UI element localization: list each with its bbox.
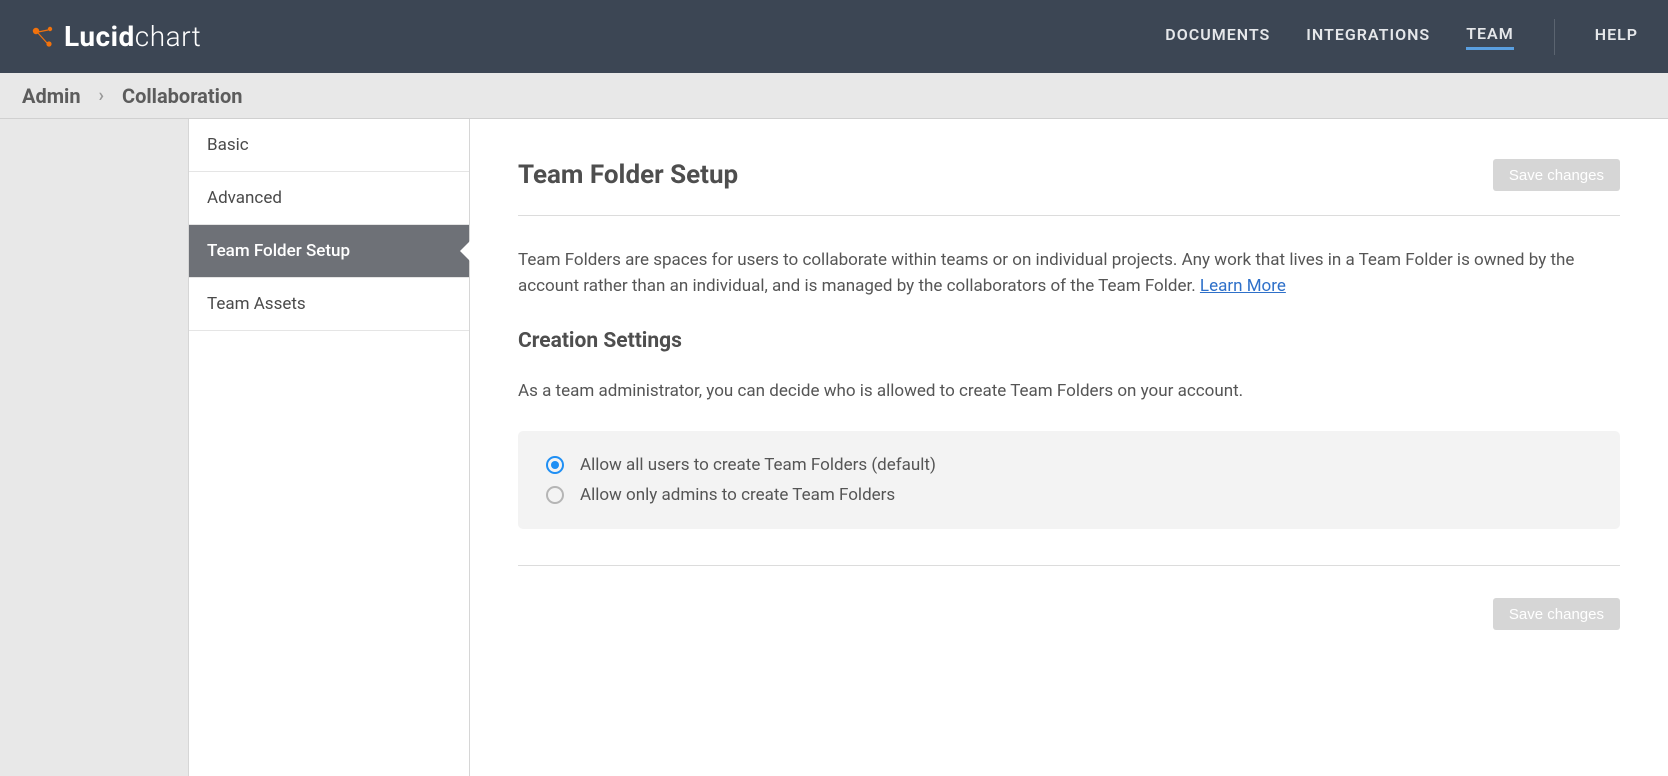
radio-button-icon [546,456,564,474]
sidebar-item-label: Team Assets [207,294,306,314]
sidebar-item-label: Team Folder Setup [207,241,350,261]
description-body: Team Folders are spaces for users to col… [518,250,1574,296]
breadcrumb: Admin › Collaboration [0,73,1668,119]
sidebar-item-basic[interactable]: Basic [189,119,469,172]
section-title-creation: Creation Settings [518,329,1620,353]
topbar: Lucidchart DOCUMENTS INTEGRATIONS TEAM H… [0,0,1668,73]
nav-integrations[interactable]: INTEGRATIONS [1306,25,1430,48]
nav-team[interactable]: TEAM [1466,24,1514,50]
left-gutter [0,119,188,776]
sidebar: Basic Advanced Team Folder Setup Team As… [188,119,470,776]
top-nav: DOCUMENTS INTEGRATIONS TEAM HELP [1165,19,1638,55]
breadcrumb-current: Collaboration [122,84,242,108]
save-changes-button-bottom[interactable]: Save changes [1493,598,1620,630]
sidebar-item-team-assets[interactable]: Team Assets [189,278,469,331]
nav-documents[interactable]: DOCUMENTS [1165,25,1270,48]
creation-settings-radio-group: Allow all users to create Team Folders (… [518,431,1620,529]
nav-divider [1554,19,1555,55]
page-title: Team Folder Setup [518,160,738,190]
main-panel: Team Folder Setup Save changes Team Fold… [470,119,1668,776]
radio-allow-only-admins[interactable]: Allow only admins to create Team Folders [546,485,1592,505]
radio-label: Allow all users to create Team Folders (… [580,455,936,475]
bottom-actions: Save changes [518,598,1620,630]
main-header: Team Folder Setup Save changes [518,159,1620,191]
sidebar-item-label: Advanced [207,188,282,208]
description-text: Team Folders are spaces for users to col… [518,248,1620,299]
content-area: Basic Advanced Team Folder Setup Team As… [0,119,1668,776]
chevron-right-icon: › [99,85,104,106]
logo-text: Lucidchart [64,20,201,53]
sidebar-item-team-folder-setup[interactable]: Team Folder Setup [189,225,469,278]
learn-more-link[interactable]: Learn More [1200,276,1286,296]
section-desc-creation: As a team administrator, you can decide … [518,381,1620,401]
sidebar-item-label: Basic [207,135,249,155]
radio-button-icon [546,486,564,504]
nav-help[interactable]: HELP [1595,25,1638,48]
logo[interactable]: Lucidchart [30,20,201,53]
radio-label: Allow only admins to create Team Folders [580,485,895,505]
breadcrumb-admin[interactable]: Admin [22,84,81,108]
lucidchart-logo-icon [30,24,56,50]
save-changes-button-top[interactable]: Save changes [1493,159,1620,191]
divider [518,565,1620,566]
radio-allow-all-users[interactable]: Allow all users to create Team Folders (… [546,455,1592,475]
divider [518,215,1620,216]
sidebar-item-advanced[interactable]: Advanced [189,172,469,225]
